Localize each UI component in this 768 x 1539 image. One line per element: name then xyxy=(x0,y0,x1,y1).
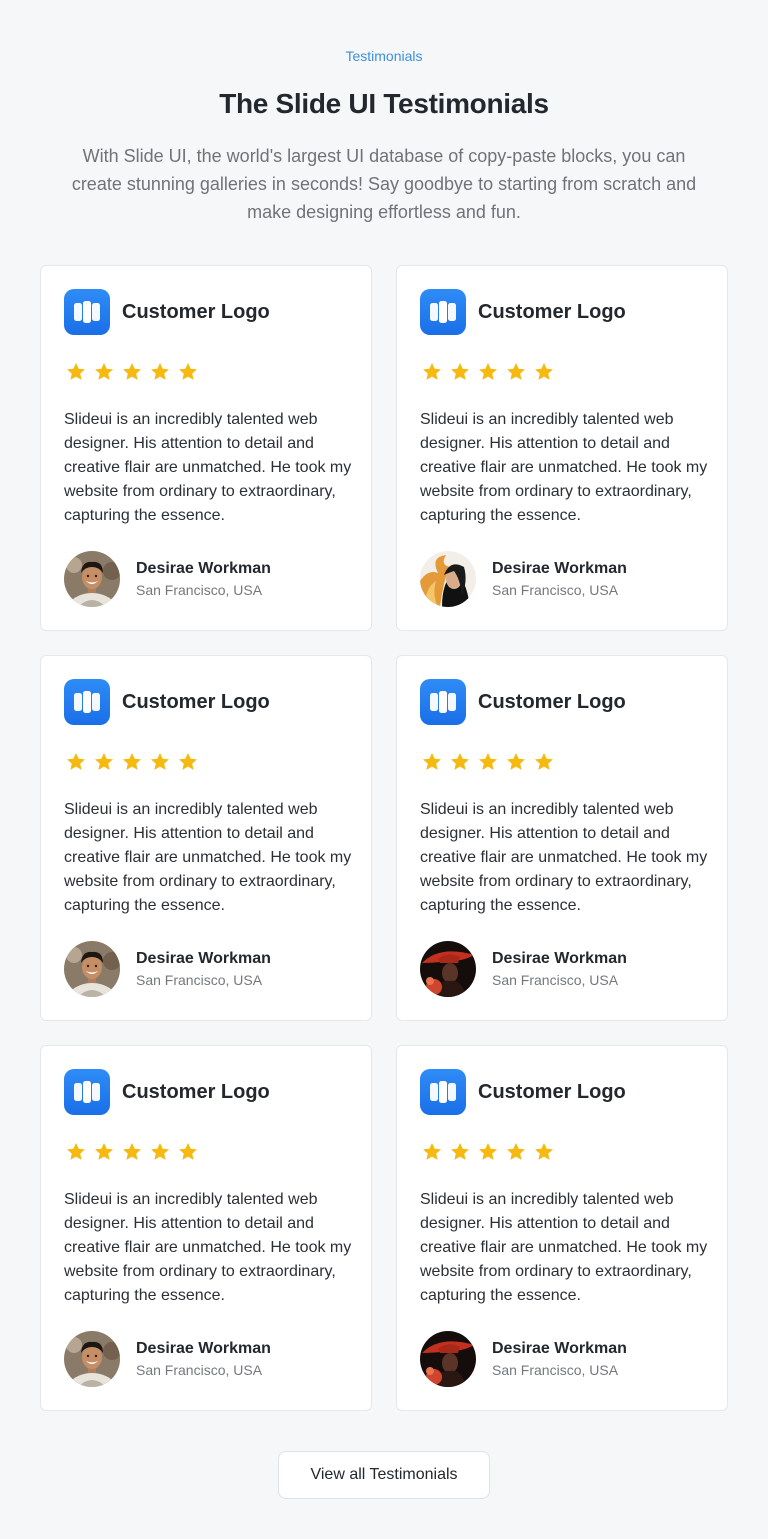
app-logo-icon xyxy=(64,1069,110,1115)
app-logo-icon xyxy=(420,1069,466,1115)
star-icon xyxy=(535,363,553,380)
customer-logo: Customer Logo xyxy=(420,679,626,725)
app-logo-icon xyxy=(420,679,466,725)
star-rating xyxy=(65,751,199,773)
author-location: San Francisco, USA xyxy=(492,582,619,598)
star-rating xyxy=(65,1141,199,1163)
testimonial-card: Customer Logo Slideui is an incredibly t… xyxy=(40,1045,372,1411)
testimonial-card: Customer Logo Slideui is an incredibly t… xyxy=(396,1045,728,1411)
testimonial-quote: Slideui is an incredibly talented web de… xyxy=(420,801,708,914)
star-icon xyxy=(151,753,169,770)
testimonial-author: Desirae Workman San Francisco, USA xyxy=(420,551,627,607)
author-location: San Francisco, USA xyxy=(136,1362,263,1378)
customer-logo: Customer Logo xyxy=(420,289,626,335)
star-icon xyxy=(151,363,169,380)
star-icon xyxy=(535,753,553,770)
star-rating xyxy=(421,361,555,383)
star-icon xyxy=(423,1143,441,1160)
star-icon xyxy=(179,1143,197,1160)
author-location: San Francisco, USA xyxy=(136,972,263,988)
author-name: Desirae Workman xyxy=(136,1340,271,1357)
view-all-testimonials-button[interactable]: View all Testimonials xyxy=(278,1451,490,1499)
testimonial-author: Desirae Workman San Francisco, USA xyxy=(420,1331,627,1387)
star-icon xyxy=(179,363,197,380)
star-icon xyxy=(423,753,441,770)
testimonial-author: Desirae Workman San Francisco, USA xyxy=(420,941,627,997)
testimonial-card: Customer Logo Slideui is an incredibly t… xyxy=(40,655,372,1021)
app-logo-icon xyxy=(64,679,110,725)
app-logo-icon xyxy=(420,289,466,335)
customer-logo: Customer Logo xyxy=(64,1069,270,1115)
testimonial-author: Desirae Workman San Francisco, USA xyxy=(64,941,271,997)
star-icon xyxy=(507,753,525,770)
customer-logo: Customer Logo xyxy=(64,289,270,335)
page-title: The Slide UI Testimonials xyxy=(219,88,549,119)
section-eyebrow: Testimonials xyxy=(345,48,423,64)
testimonial-quote: Slideui is an incredibly talented web de… xyxy=(64,411,352,524)
author-name: Desirae Workman xyxy=(492,1340,627,1357)
author-name: Desirae Workman xyxy=(492,950,627,967)
customer-logo-label: Customer Logo xyxy=(122,690,270,713)
star-icon xyxy=(479,363,497,380)
star-icon xyxy=(95,1143,113,1160)
author-name: Desirae Workman xyxy=(136,560,271,577)
customer-logo-label: Customer Logo xyxy=(122,1080,270,1103)
testimonial-card: Customer Logo Slideui is an incredibly t… xyxy=(396,655,728,1021)
customer-logo-label: Customer Logo xyxy=(478,1080,626,1103)
author-location: San Francisco, USA xyxy=(492,1362,619,1378)
testimonial-quote: Slideui is an incredibly talented web de… xyxy=(420,411,708,524)
author-name: Desirae Workman xyxy=(492,560,627,577)
star-icon xyxy=(451,1143,469,1160)
star-icon xyxy=(151,1143,169,1160)
testimonial-author: Desirae Workman San Francisco, USA xyxy=(64,551,271,607)
star-icon xyxy=(507,363,525,380)
star-icon xyxy=(507,1143,525,1160)
avatar xyxy=(420,1331,476,1387)
avatar xyxy=(420,941,476,997)
app-logo-icon xyxy=(64,289,110,335)
testimonial-quote: Slideui is an incredibly talented web de… xyxy=(64,1191,352,1304)
testimonial-quote: Slideui is an incredibly talented web de… xyxy=(420,1191,708,1304)
testimonial-author: Desirae Workman San Francisco, USA xyxy=(64,1331,271,1387)
star-icon xyxy=(67,363,85,380)
star-icon xyxy=(95,363,113,380)
star-icon xyxy=(67,753,85,770)
star-rating xyxy=(65,361,199,383)
customer-logo-label: Customer Logo xyxy=(122,300,270,323)
customer-logo: Customer Logo xyxy=(420,1069,626,1115)
customer-logo-label: Customer Logo xyxy=(478,300,626,323)
star-icon xyxy=(535,1143,553,1160)
testimonial-card: Customer Logo Slideui is an incredibly t… xyxy=(40,265,372,631)
avatar xyxy=(64,551,120,607)
customer-logo-label: Customer Logo xyxy=(478,690,626,713)
testimonials-section: Testimonials The Slide UI Testimonials W… xyxy=(0,0,768,1539)
testimonial-quote: Slideui is an incredibly talented web de… xyxy=(64,801,352,914)
star-icon xyxy=(451,753,469,770)
star-icon xyxy=(123,753,141,770)
star-icon xyxy=(479,753,497,770)
avatar xyxy=(64,941,120,997)
star-icon xyxy=(423,363,441,380)
section-subtitle: With Slide UI, the world's largest UI da… xyxy=(71,146,697,222)
testimonial-card: Customer Logo Slideui is an incredibly t… xyxy=(396,265,728,631)
star-icon xyxy=(123,363,141,380)
star-rating xyxy=(421,1141,555,1163)
author-location: San Francisco, USA xyxy=(492,972,619,988)
star-icon xyxy=(67,1143,85,1160)
author-name: Desirae Workman xyxy=(136,950,271,967)
avatar xyxy=(420,551,476,607)
star-icon xyxy=(95,753,113,770)
star-icon xyxy=(179,753,197,770)
avatar xyxy=(64,1331,120,1387)
customer-logo: Customer Logo xyxy=(64,679,270,725)
star-icon xyxy=(479,1143,497,1160)
star-icon xyxy=(123,1143,141,1160)
star-icon xyxy=(451,363,469,380)
author-location: San Francisco, USA xyxy=(136,582,263,598)
testimonial-grid: Customer Logo Slideui is an incredibly t… xyxy=(40,265,728,1411)
star-rating xyxy=(421,751,555,773)
